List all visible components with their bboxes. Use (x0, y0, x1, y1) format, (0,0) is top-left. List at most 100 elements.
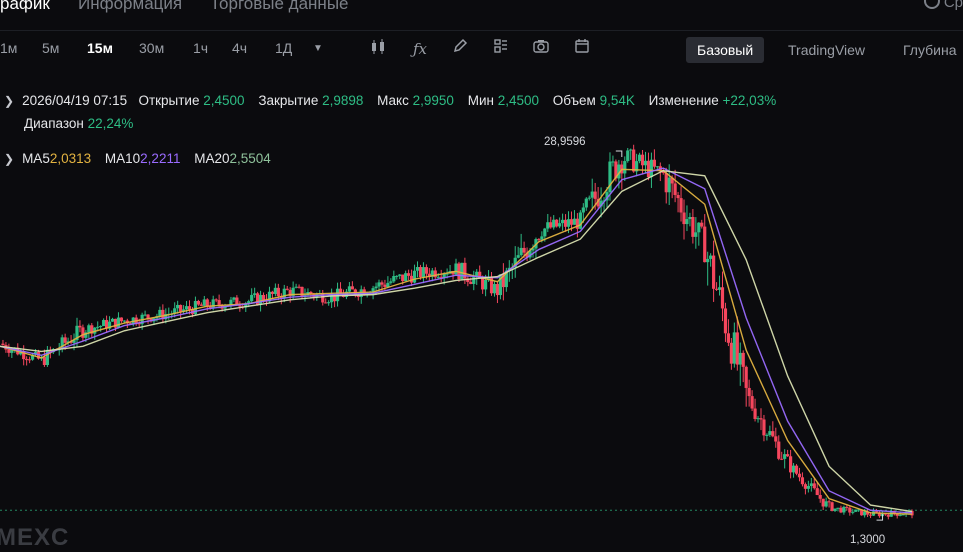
candle-body (398, 274, 402, 276)
candle-body (433, 270, 437, 278)
candle-body (735, 332, 739, 365)
candle-body (783, 454, 787, 459)
candle-body (540, 236, 544, 240)
candle-body (560, 219, 565, 224)
candle-body (851, 511, 855, 513)
candle-body (214, 299, 218, 301)
candle-body (694, 232, 698, 237)
candle-body (217, 300, 221, 305)
candle-body (765, 434, 769, 436)
candle-body (374, 286, 378, 289)
candle-body (407, 273, 411, 276)
candle-body (706, 258, 710, 263)
candle-body (833, 508, 837, 511)
candle-body (584, 198, 588, 208)
candle-body (546, 222, 550, 229)
candle-body (196, 300, 200, 305)
candle-body (794, 465, 799, 474)
ma-info: ❯ MA52,0313 MA102,2211 MA202,5504 (4, 151, 271, 166)
candle-body (593, 191, 597, 199)
candle-body (484, 279, 488, 290)
range-value: 22,24% (87, 116, 134, 131)
range-info: Диапазон 22,24% (24, 116, 143, 131)
candle-body (729, 342, 733, 364)
ma20-value: 2,5504 (229, 151, 271, 166)
volume-value: 9,54K (599, 93, 635, 108)
low-value: 2,4500 (497, 93, 540, 108)
candle-body (800, 477, 805, 485)
candle-body (481, 278, 485, 290)
candle-body (774, 436, 778, 442)
price-chart[interactable] (0, 0, 963, 550)
ma10-label: MA10 (104, 151, 141, 166)
candle-body (122, 320, 126, 322)
min-price-label: 1,3000 (850, 534, 886, 546)
candle-body (709, 255, 713, 259)
candle-body (421, 267, 426, 278)
candle-body (777, 441, 781, 459)
candle-body (762, 419, 766, 436)
ma-collapse-caret-icon[interactable]: ❯ (4, 152, 14, 166)
candle-body (667, 177, 671, 193)
candle-body (199, 304, 203, 306)
candle-body (436, 276, 440, 278)
candle-body (543, 228, 547, 237)
candle-body (350, 286, 354, 290)
candle-body (7, 349, 11, 353)
high-value: 2,9950 (412, 93, 454, 108)
candle-body (691, 216, 695, 237)
candle-body (294, 286, 298, 288)
candle-body (780, 458, 784, 460)
high-label: Макс (377, 93, 409, 108)
candle-body (537, 239, 541, 241)
candle-body (383, 284, 387, 287)
candle-body (569, 219, 574, 225)
candle-body (815, 488, 819, 496)
candle-body (771, 431, 775, 437)
candle-body (327, 302, 331, 304)
collapse-caret-icon[interactable]: ❯ (4, 94, 14, 108)
candle-body (676, 195, 680, 199)
candle-body (99, 325, 103, 327)
candle-body (842, 506, 846, 513)
candle-body (143, 314, 147, 316)
candle-body (116, 317, 121, 328)
candle-body (682, 212, 686, 225)
candle-body (685, 219, 689, 225)
candle-body (655, 166, 659, 168)
candle-body (649, 159, 654, 178)
candle-body (854, 509, 858, 512)
change-value: +22,03% (722, 93, 777, 108)
candle-body (563, 219, 568, 227)
candle-body (558, 223, 562, 227)
candle-body (377, 282, 381, 287)
open-value: 2,4500 (203, 93, 245, 108)
candle-body (102, 320, 106, 326)
candle-body (250, 294, 254, 302)
candle-body (389, 281, 393, 283)
candle-body (258, 294, 263, 305)
candle-body (688, 216, 692, 220)
candle-body (626, 150, 630, 162)
candle-body (63, 337, 67, 343)
candle-body (720, 287, 725, 309)
range-label: Диапазон (24, 116, 84, 131)
candle-body (297, 286, 301, 288)
candle-body (750, 396, 754, 409)
candle-body (759, 418, 763, 420)
candle-body (786, 454, 790, 457)
candle-body (712, 255, 716, 289)
candle-body (522, 247, 526, 253)
close-value: 2,9898 (322, 93, 364, 108)
candle-body (87, 325, 91, 333)
candle-body (176, 304, 180, 309)
candle-body (756, 418, 760, 420)
candle-body (587, 197, 591, 199)
candle-body (285, 288, 289, 290)
candle-body (572, 218, 577, 225)
close-label: Закрытие (258, 93, 319, 108)
candle-body (632, 149, 636, 172)
candle-body (863, 511, 867, 516)
candle-body (276, 287, 280, 297)
ma-line-ma20 (0, 169, 913, 513)
